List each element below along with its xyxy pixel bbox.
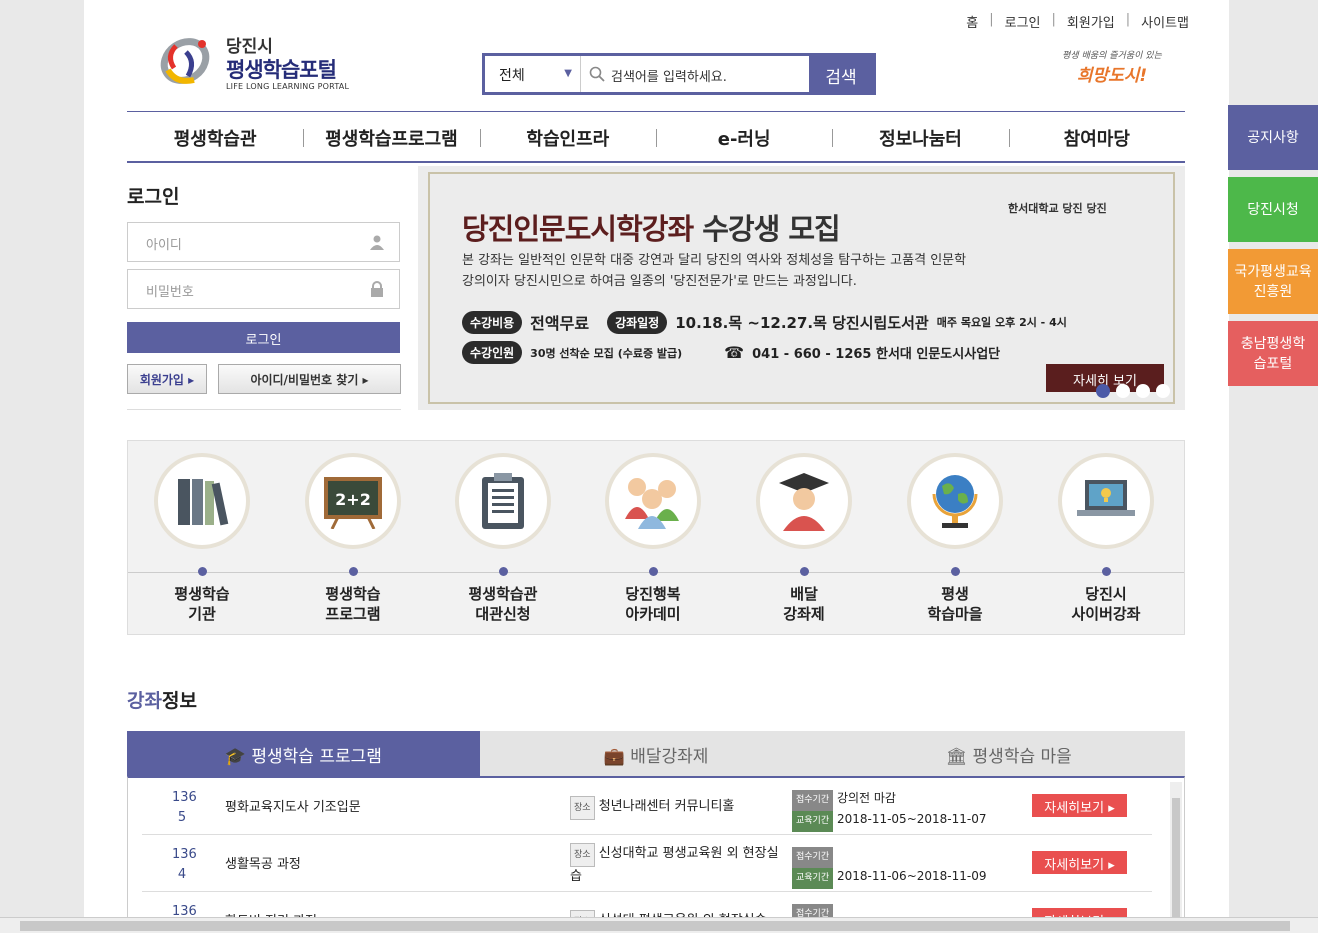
quick-item-facility-rental[interactable]: 평생학습관 대관신청 (428, 453, 578, 624)
blackboard-icon: 2+2 (324, 477, 382, 529)
login-button[interactable]: 로그인 (127, 322, 400, 353)
course-place: 장소 청년나래센터 커뮤니티홀 (570, 796, 780, 820)
util-login-link[interactable]: 로그인 (1005, 12, 1041, 31)
briefcase-icon: 💼 (603, 747, 631, 767)
course-number: 136 4 (172, 847, 197, 882)
graduation-cap-icon: 🎓 (224, 747, 252, 767)
slogan: 평생 배움의 즐거움이 있는 희망도시! (1062, 51, 1162, 86)
course-detail-button[interactable]: 자세히보기 ▸ (1032, 851, 1127, 874)
util-home-link[interactable]: 홈 (966, 12, 978, 31)
page: 홈 | 로그인 | 회원가입 | 사이트맵 당진시 평생학습포털 LIFE LONG … (84, 0, 1229, 933)
quick-item-learning-village[interactable]: 평생 학습마을 (880, 453, 1030, 624)
nav-item-programs[interactable]: 평생학습프로그램 (303, 112, 479, 161)
tab-programs[interactable]: 🎓 평생학습 프로그램 (127, 731, 480, 776)
list-item: 136 5 평화교육지도사 기조입문 장소 청년나래센터 커뮤니티홀 접수기간 강… (142, 778, 1152, 835)
section-title: 강좌정보 (127, 690, 197, 712)
main-nav: 평생학습관 평생학습프로그램 학습인프라 e-러닝 정보나눔터 참여마당 (127, 111, 1185, 163)
id-field[interactable]: 아이디 (127, 222, 400, 262)
books-icon (178, 479, 229, 526)
nav-item-info[interactable]: 정보나눔터 (832, 112, 1008, 161)
search-button[interactable]: 검색 (809, 56, 873, 92)
banner-partner-logo: 한서대학교 당진 당진 (1008, 202, 1107, 215)
side-link-city-hall[interactable]: 당진시청 (1228, 177, 1318, 242)
logo-english: LIFE LONG LEARNING PORTAL (226, 82, 350, 91)
logo-name: 평생학습포털 (226, 58, 337, 82)
password-field[interactable]: 비밀번호 (127, 269, 400, 309)
user-icon (370, 235, 384, 250)
banner-fee-row: 수강비용 전액무료 강좌일정 10.18.목 ~12.27.목 당진시립도서관 매주… (462, 310, 1067, 334)
course-number: 136 5 (172, 790, 197, 825)
course-detail-button[interactable]: 자세히보기 ▸ (1032, 794, 1127, 817)
list-item: 136 4 생활목공 과정 장소 신성대학교 평생교육원 외 현장실습 접수기간 … (142, 835, 1152, 892)
tab-delivery[interactable]: 💼 배달강좌제 (480, 731, 833, 776)
banner-pagination (1096, 384, 1170, 398)
banner-title: 당진인문도시학강좌 수강생 모집 (462, 212, 841, 246)
site-logo[interactable]: 당진시 평생학습포털 LIFE LONG LEARNING PORTAL (156, 30, 356, 94)
graduate-icon (779, 473, 829, 531)
util-sitemap-link[interactable]: 사이트맵 (1141, 12, 1189, 31)
util-join-link[interactable]: 회원가입 (1067, 12, 1115, 31)
quick-item-cyber-lecture[interactable]: 당진시 사이버강좌 (1031, 453, 1181, 624)
banner-description: 본 강좌는 일반적인 인문학 대중 강연과 달리 당진의 역사와 정체성을 탐구… (462, 253, 967, 289)
quick-item-institutions[interactable]: 평생학습 기관 (127, 453, 277, 624)
people-icon (625, 478, 679, 529)
course-tabs: 🎓 평생학습 프로그램 💼 배달강좌제 🏛 평생학습 마을 (127, 731, 1185, 776)
course-dates: 접수기간 교육기간 2018-11-06~2018-11-09 (792, 847, 986, 889)
search-icon (589, 66, 605, 82)
search-category-select[interactable]: 전체 ▼ (485, 56, 581, 92)
login-box: 로그인 아이디 비밀번호 로그인 회원가입 ▸ 아이디/비밀번호 찾기 ▸ (127, 168, 401, 410)
side-link-chungnam-portal[interactable]: 충남평생학습포털 (1228, 321, 1318, 386)
globe-icon (932, 475, 978, 528)
list-scrollbar[interactable] (1170, 782, 1182, 932)
login-title: 로그인 (127, 186, 180, 208)
banner-dot[interactable] (1136, 384, 1150, 398)
course-list: 136 5 평화교육지도사 기조입문 장소 청년나래센터 커뮤니티홀 접수기간 강… (127, 776, 1185, 933)
main-banner: 한서대학교 당진 당진 당진인문도시학강좌 수강생 모집 본 강좌는 일반적인 … (418, 166, 1185, 410)
tab-village[interactable]: 🏛 평생학습 마을 (832, 731, 1185, 776)
find-account-button[interactable]: 아이디/비밀번호 찾기 ▸ (218, 364, 401, 394)
svg-text:2+2: 2+2 (335, 490, 371, 509)
side-link-notice[interactable]: 공지사항 (1228, 105, 1318, 170)
nav-item-lifelong-center[interactable]: 평생학습관 (127, 112, 303, 161)
course-dates: 접수기간 강의전 마감 교육기간 2018-11-05~2018-11-07 (792, 790, 986, 832)
course-place: 장소 신성대학교 평생교육원 외 현장실습 (570, 843, 780, 887)
course-title[interactable]: 평화교육지도사 기조입문 (225, 796, 361, 815)
logo-emblem-icon (160, 38, 210, 84)
quick-menu: 평생학습 기관 2+2 평생학습 프로그램 평생학습관 대관신청 당진행복 아카데미 배… (127, 440, 1185, 635)
quick-item-programs[interactable]: 2+2 평생학습 프로그램 (278, 453, 428, 624)
course-title[interactable]: 생활목공 과정 (225, 853, 301, 872)
search-bar: 전체 ▼ 검색어를 입력하세요. 검색 (482, 53, 876, 95)
banner-dot[interactable] (1156, 384, 1170, 398)
nav-item-infra[interactable]: 학습인프라 (479, 112, 656, 161)
join-button[interactable]: 회원가입 ▸ (127, 364, 207, 394)
horizontal-scrollbar[interactable] (0, 917, 1318, 933)
building-icon: 🏛 (945, 747, 973, 767)
clipboard-icon (482, 473, 524, 529)
chevron-down-icon: ▼ (564, 68, 572, 79)
banner-dot[interactable] (1096, 384, 1110, 398)
laptop-icon (1077, 480, 1135, 516)
banner-dot[interactable] (1116, 384, 1130, 398)
lock-icon (371, 281, 383, 297)
quick-item-delivery-lecture[interactable]: 배달 강좌제 (729, 453, 879, 624)
search-input[interactable]: 검색어를 입력하세요. (581, 56, 809, 92)
nav-item-participation[interactable]: 참여마당 (1008, 112, 1185, 161)
utility-nav: 홈 | 로그인 | 회원가입 | 사이트맵 (966, 12, 1189, 31)
quick-item-happiness-academy[interactable]: 당진행복 아카데미 (578, 453, 728, 624)
side-link-nile[interactable]: 국가평생교육진흥원 (1228, 249, 1318, 314)
nav-item-elearning[interactable]: e-러닝 (655, 112, 832, 161)
phone-icon: ☎ (724, 343, 745, 362)
banner-people-row: 수강인원 30명 선착순 모집 (수료증 발급) ☎ 041 - 660 - 126… (462, 341, 1000, 364)
